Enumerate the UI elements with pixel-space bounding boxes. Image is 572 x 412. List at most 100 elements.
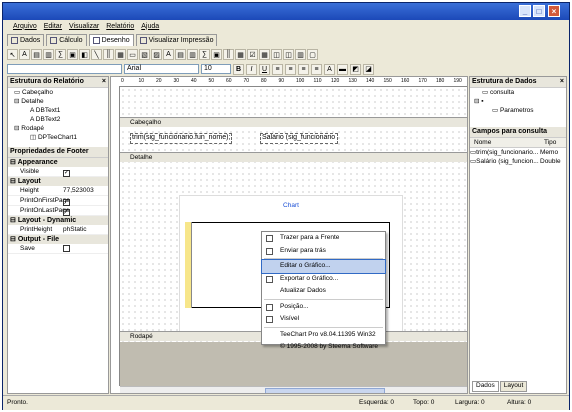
maximize-icon[interactable]: □ [533, 5, 545, 17]
db-richtext-icon[interactable]: ▥ [187, 49, 198, 60]
tab-layout-pane[interactable]: Layout [499, 381, 528, 392]
label-icon[interactable]: A [19, 49, 30, 60]
menu-ajuda[interactable]: Ajuda [141, 23, 159, 30]
tree-item-detalhe[interactable]: ⊟ Detalhe [8, 97, 108, 106]
field-row[interactable]: ▭trim(sig_funcionario... Memo [470, 148, 566, 157]
field-dbtext1[interactable]: trim(sig_funcionario.fun_nome); [130, 133, 232, 144]
font-color-icon[interactable]: A [324, 63, 335, 75]
menu-item-version[interactable]: TeeChart Pro v8.04.11395 Win32 [262, 329, 385, 342]
visible-checkbox[interactable]: ✓ [63, 170, 70, 177]
tab-dados-pane[interactable]: Dados [472, 381, 499, 392]
menu-item-visible[interactable]: Visível [262, 313, 385, 326]
bold-icon[interactable]: B [233, 63, 244, 75]
tree-item-root[interactable]: ⊟ ▪ [470, 97, 566, 106]
crosstab-icon[interactable]: ▨ [151, 49, 162, 60]
align-right-icon[interactable]: ≡ [298, 63, 309, 75]
field-row[interactable]: ▭Salário (sig_funcion... Double [470, 157, 566, 166]
richtext-icon[interactable]: ▥ [43, 49, 54, 60]
tree-item-parametros[interactable]: ▭ Parametros [470, 106, 566, 115]
db-text-icon-2[interactable]: ▥ [295, 49, 306, 60]
font-select[interactable]: Arial [124, 64, 199, 74]
db-tee-chart-icon[interactable]: ◫ [283, 49, 294, 60]
tree-item-cabecalho[interactable]: ▭ Cabeçalho [8, 88, 108, 97]
menu-editar[interactable]: Editar [44, 23, 62, 30]
menu-item-refresh-data[interactable]: Atualizar Dados [262, 285, 385, 298]
close-icon[interactable]: × [560, 77, 564, 87]
align-justify-icon[interactable]: ≡ [311, 63, 322, 75]
send-back-icon[interactable]: ◪ [363, 63, 374, 75]
close-icon[interactable]: × [548, 5, 560, 17]
db-calc-icon[interactable]: ∑ [199, 49, 210, 60]
calc-field-icon[interactable]: ∑ [55, 49, 66, 60]
prop-row-printonfirstpage[interactable]: PrintOnFirstPage ✓ [8, 196, 108, 206]
db-barcode-icon[interactable]: ║ [223, 49, 234, 60]
tree-item-dbtext1[interactable]: A DBText1 [8, 106, 108, 115]
menu-item-send-back[interactable]: Enviar para trás [262, 245, 385, 258]
band-header[interactable]: Cabeçalho [120, 117, 467, 127]
column-header-tipo[interactable]: Tipo [544, 138, 556, 147]
prop-row-printheight[interactable]: PrintHeight phStatic [8, 225, 108, 235]
tab-calculo[interactable]: Cálculo [46, 34, 87, 46]
prop-category[interactable]: ⊟ Output - File [8, 235, 108, 244]
align-left-icon[interactable]: ≡ [272, 63, 283, 75]
horizontal-scrollbar[interactable] [120, 386, 467, 393]
tab-visualizar-impressao[interactable]: Visualizar Impressão [135, 34, 218, 46]
menu-relatorio[interactable]: Relatório [106, 23, 134, 30]
underline-icon[interactable]: U [259, 63, 270, 75]
font-size-select[interactable]: 10 [201, 64, 231, 74]
tree-item-consulta[interactable]: ▭ consulta [470, 88, 566, 97]
prop-row-visible[interactable]: Visible ✓ [8, 167, 108, 177]
menu-item-bring-front[interactable]: Trazer para a Frente [262, 232, 385, 245]
prop-row-printonlastpage[interactable]: PrintOnLastPage ✓ [8, 206, 108, 216]
memo-icon[interactable]: ▤ [31, 49, 42, 60]
italic-icon[interactable]: I [246, 63, 257, 75]
chart-icon[interactable]: ▦ [115, 49, 126, 60]
menu-item-copyright[interactable]: © 1995-2008 by Steema Software [262, 341, 385, 354]
db-checkbox-icon[interactable]: ☑ [247, 49, 258, 60]
db-grid-icon[interactable]: ▦ [259, 49, 270, 60]
db-chart-icon[interactable]: ▦ [235, 49, 246, 60]
menu-item-edit-chart[interactable]: Editar o Gráfico... [261, 259, 386, 274]
close-icon[interactable]: × [102, 77, 106, 87]
menu-visualizar[interactable]: Visualizar [69, 23, 99, 30]
line-icon[interactable]: ╲ [91, 49, 102, 60]
bring-front-icon[interactable]: ◩ [350, 63, 361, 75]
scroll-thumb[interactable] [265, 388, 385, 393]
tee-chart-icon[interactable]: ◫ [271, 49, 282, 60]
text-frame-icon[interactable]: ▢ [307, 49, 318, 60]
minimize-icon[interactable]: _ [519, 5, 531, 17]
highlight-color-icon[interactable]: ▬ [337, 63, 348, 75]
tree-item-dpteechart1[interactable]: ◫ DPTeeChart1 [8, 133, 108, 142]
db-image-icon[interactable]: ▣ [211, 49, 222, 60]
prop-row-height[interactable]: Height 77,523003 [8, 186, 108, 196]
prop-value[interactable]: 77,523003 [63, 186, 108, 195]
prop-row-save[interactable]: Save [8, 244, 108, 254]
menu-arquivo[interactable]: Arquivo [13, 23, 37, 30]
prop-category[interactable]: ⊟ Layout - Dynamic [8, 216, 108, 225]
column-header-nome[interactable]: Nome [470, 138, 544, 147]
prop-category[interactable]: ⊟ Appearance [8, 158, 108, 167]
prop-value[interactable]: phStatic [63, 225, 108, 234]
tree-item-dbtext2[interactable]: A DBText2 [8, 115, 108, 124]
prop-category[interactable]: ⊟ Layout [8, 177, 108, 186]
save-checkbox[interactable] [63, 245, 70, 252]
field-dbtext2[interactable]: Salário (sig_funcionario [260, 133, 338, 144]
menu-item-export-chart[interactable]: Exportar o Gráfico... [262, 273, 385, 286]
image-icon[interactable]: ▣ [67, 49, 78, 60]
menu-item-position[interactable]: Posição... [262, 301, 385, 314]
shape-icon[interactable]: ◧ [79, 49, 90, 60]
tab-dados[interactable]: Dados [7, 34, 45, 46]
db-memo-icon[interactable]: ▤ [175, 49, 186, 60]
db-text-icon[interactable]: A [163, 49, 174, 60]
tree-item-rodape[interactable]: ⊟ Rodapé [8, 124, 108, 133]
style-select[interactable] [7, 64, 122, 74]
printonlastpage-checkbox[interactable]: ✓ [63, 209, 70, 216]
tab-desenho[interactable]: Desenho [88, 34, 134, 46]
align-center-icon[interactable]: ≡ [285, 63, 296, 75]
printonfirstpage-checkbox[interactable]: ✓ [63, 199, 70, 206]
subreport-icon[interactable]: ▧ [139, 49, 150, 60]
band-detail[interactable]: Detalhe [120, 152, 467, 162]
region-icon[interactable]: ▭ [127, 49, 138, 60]
barcode-icon[interactable]: ║ [103, 49, 114, 60]
pointer-icon[interactable]: ↖ [7, 49, 18, 60]
